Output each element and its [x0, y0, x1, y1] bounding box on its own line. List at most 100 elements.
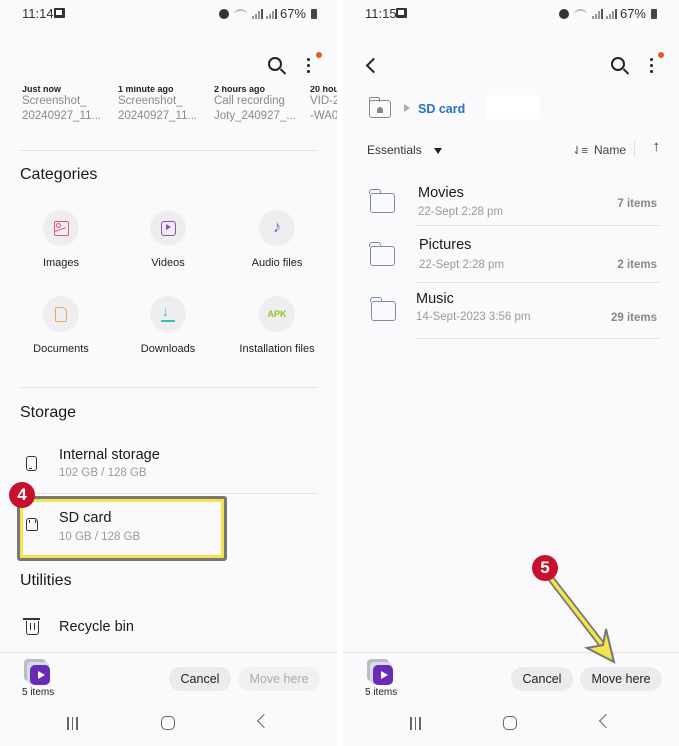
alarm-icon: [218, 8, 229, 19]
folder-date: 22-Sept 2:28 pm: [418, 206, 504, 218]
sd-card-folder-screen: 11:15 67% SD card Essentials ⇃≡ Name ↑ Mo…: [343, 0, 679, 746]
breadcrumb-current[interactable]: SD card: [418, 102, 465, 116]
filter-label: Essentials: [367, 143, 422, 157]
storage-title: Internal storage: [59, 447, 160, 463]
category-label: Documents: [33, 343, 89, 355]
essentials-filter-dropdown[interactable]: Essentials: [367, 143, 442, 157]
music-note-icon: ♪: [273, 219, 281, 236]
gallery-notification-icon: [396, 8, 407, 18]
category-videos[interactable]: Videos: [113, 210, 223, 269]
selected-items-count: 5 items: [22, 687, 55, 698]
recent-file[interactable]: 2 hours ago Call recording Joty_240927_.…: [214, 86, 310, 124]
cancel-button[interactable]: Cancel: [511, 667, 573, 691]
annotation-highlight-box: [17, 496, 227, 561]
folder-date: 14-Sept-2023 3:56 pm: [416, 311, 531, 323]
redaction-patch: [486, 95, 540, 119]
recent-time: 20 hou: [310, 86, 337, 94]
back-arrow-button[interactable]: [365, 57, 382, 74]
breadcrumb-separator-icon: [404, 104, 410, 112]
battery-icon: [651, 8, 657, 19]
back-button[interactable]: [256, 713, 272, 729]
move-action-bar: 5 items Cancel Move here: [0, 652, 337, 702]
signal-icon-2: [605, 8, 617, 19]
category-label: Videos: [151, 257, 185, 269]
category-documents[interactable]: Documents: [6, 296, 116, 355]
search-button[interactable]: [610, 56, 630, 76]
step-badge-4: 4: [9, 482, 35, 508]
folder-date: 22-Sept 2:28 pm: [419, 259, 505, 271]
folder-icon: [369, 189, 395, 213]
divider: [20, 493, 318, 494]
video-play-icon: [30, 665, 50, 685]
home-button[interactable]: [503, 716, 517, 730]
selected-items-thumbnail: [367, 659, 393, 685]
category-audio-files[interactable]: ♪ Audio files: [222, 210, 332, 269]
sort-by-button[interactable]: ⇃≡ Name: [572, 143, 626, 157]
step-badge-5: 5: [532, 555, 558, 581]
recent-file[interactable]: Just now Screenshot_ 20240927_11...: [22, 86, 118, 124]
system-navigation-bar: [343, 705, 679, 745]
notification-dot: [316, 52, 322, 58]
folder-item-movies[interactable]: Movies 22-Sept 2:28 pm 7 items: [343, 178, 679, 232]
folder-icon: [370, 297, 396, 321]
recycle-bin-item[interactable]: Recycle bin: [0, 608, 337, 648]
image-icon: [53, 220, 69, 236]
recent-name: Screenshot_: [22, 95, 87, 107]
home-folder-icon[interactable]: [368, 97, 391, 118]
signal-icon: [591, 8, 603, 19]
status-time: 11:15: [365, 6, 397, 21]
move-here-button[interactable]: Move here: [238, 667, 320, 691]
home-button[interactable]: [161, 716, 175, 730]
category-installation-files[interactable]: APK Installation files: [222, 296, 332, 355]
status-bar: 11:15 67%: [343, 0, 679, 28]
caret-down-icon: [433, 147, 442, 154]
category-images[interactable]: Images: [6, 210, 116, 269]
apk-icon: APK: [267, 309, 287, 319]
system-navigation-bar: [0, 705, 337, 745]
selected-items-count: 5 items: [365, 687, 398, 698]
wifi-icon: [573, 8, 587, 19]
recents-button[interactable]: [410, 717, 421, 730]
storage-usage: 102 GB / 128 GB: [59, 467, 147, 479]
utilities-heading: Utilities: [20, 572, 72, 589]
recent-file[interactable]: 1 minute ago Screenshot_ 20240927_11...: [118, 86, 214, 124]
divider: [20, 150, 318, 151]
category-downloads[interactable]: Downloads: [113, 296, 223, 355]
sort-direction-button[interactable]: ↑: [653, 138, 661, 155]
folder-name: Music: [416, 291, 454, 307]
folder-item-pictures[interactable]: Pictures 22-Sept 2:28 pm 2 items: [343, 230, 679, 284]
search-icon: [611, 57, 625, 71]
trash-icon: [23, 618, 40, 635]
back-button[interactable]: [598, 713, 614, 729]
more-options-button[interactable]: [641, 56, 661, 76]
alarm-icon: [558, 8, 569, 19]
more-options-button[interactable]: [298, 56, 318, 76]
category-label: Images: [42, 257, 80, 269]
recent-sub: 20240927_11...: [118, 110, 198, 122]
internal-storage-item[interactable]: Internal storage 102 GB / 128 GB: [0, 440, 337, 492]
recent-name: Screenshot_: [118, 95, 183, 107]
download-icon: [161, 303, 175, 322]
move-here-button[interactable]: Move here: [580, 667, 662, 691]
recent-files-strip: Just now Screenshot_ 20240927_11... 1 mi…: [22, 86, 337, 124]
recent-time: 2 hours ago: [214, 86, 266, 94]
file-browser-home-screen: 11:14 67% Just now Screenshot_ 20240927_…: [0, 0, 337, 746]
gallery-notification-icon: [54, 8, 65, 18]
category-label: Audio files: [251, 257, 303, 269]
recent-time: Just now: [22, 86, 62, 94]
search-button[interactable]: [267, 56, 287, 76]
signal-icon: [251, 8, 263, 19]
recent-time: 1 minute ago: [118, 86, 174, 94]
folder-item-music[interactable]: Music 14-Sept-2023 3:56 pm 29 items: [343, 285, 679, 339]
cancel-button[interactable]: Cancel: [169, 667, 231, 691]
signal-icon-2: [265, 8, 277, 19]
battery-percent: 67%: [619, 6, 646, 21]
recents-button[interactable]: [67, 717, 78, 730]
utility-title: Recycle bin: [59, 619, 134, 635]
recent-name: Call recording: [214, 95, 285, 107]
divider: [20, 387, 318, 388]
folder-name: Pictures: [419, 237, 472, 253]
phone-icon: [26, 456, 37, 471]
category-label: Downloads: [140, 343, 196, 355]
recent-file[interactable]: 20 hou VID-2 -WA0: [310, 86, 337, 124]
